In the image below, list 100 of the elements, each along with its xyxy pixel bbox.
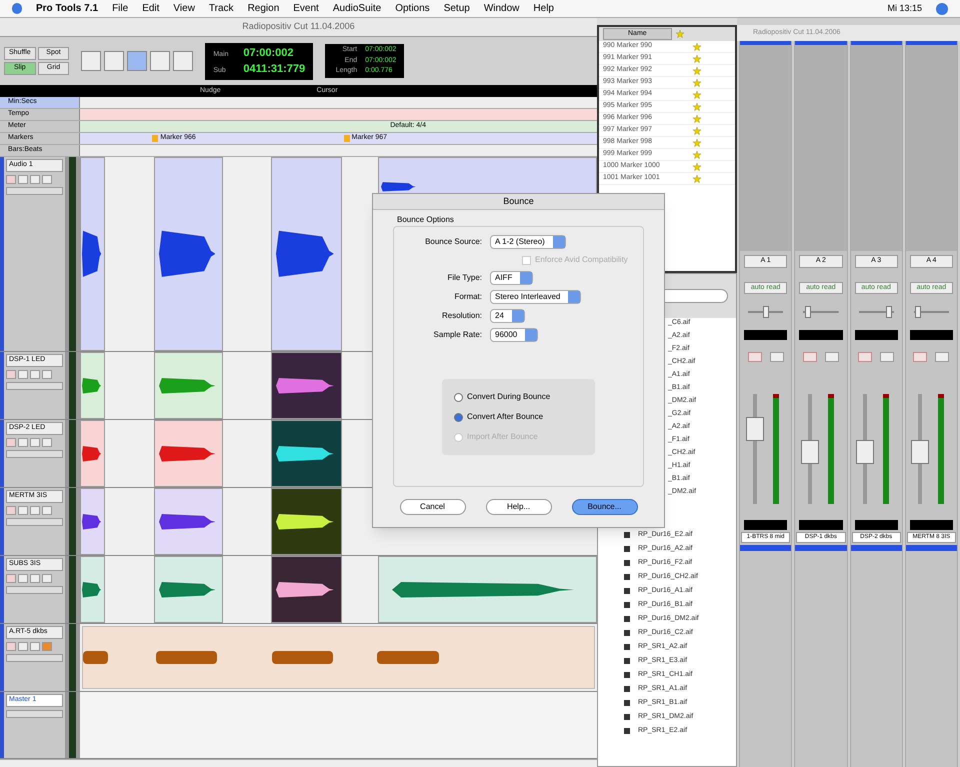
pan-slider-thumb[interactable] [915, 306, 922, 318]
dialog-button[interactable]: Bounce... [572, 499, 638, 515]
star-icon [676, 30, 684, 38]
audio-region[interactable] [80, 488, 105, 555]
solo-button[interactable] [30, 370, 40, 378]
mute-button[interactable] [42, 370, 52, 378]
solo-button[interactable] [30, 506, 40, 514]
field-label: File Type: [446, 272, 482, 284]
record-button[interactable] [6, 438, 16, 446]
star-icon [693, 114, 701, 122]
audio-file-icon [624, 602, 630, 608]
record-button[interactable] [6, 506, 16, 514]
popup-menu[interactable]: 96000 [490, 328, 538, 342]
app-menu[interactable]: Pro Tools 7.1 [36, 1, 98, 16]
input-button[interactable] [18, 506, 28, 514]
field-label: Bounce Source: [424, 236, 482, 248]
input-button[interactable] [18, 438, 28, 446]
pan-slider-thumb[interactable] [762, 306, 769, 318]
star-icon [693, 162, 701, 170]
record-button[interactable] [748, 352, 762, 362]
input-button[interactable] [18, 174, 28, 184]
tool-icon[interactable] [150, 51, 170, 71]
audio-region[interactable] [154, 488, 224, 555]
tool-icon[interactable] [81, 51, 102, 71]
menu-item[interactable]: Event [293, 1, 319, 16]
record-button[interactable] [913, 352, 928, 362]
dialog-button[interactable]: Help... [486, 499, 552, 515]
mute-button[interactable] [42, 506, 52, 514]
record-button[interactable] [6, 642, 16, 650]
view-selector[interactable] [6, 382, 63, 390]
audio-region[interactable] [270, 157, 342, 351]
level-meter [65, 488, 80, 555]
mute-button[interactable] [42, 642, 52, 650]
menu-item[interactable]: View [173, 1, 195, 16]
input-button[interactable] [18, 574, 28, 582]
input-button[interactable] [824, 352, 839, 362]
popup-menu[interactable]: 24 [490, 309, 525, 323]
counter-value: 07:00:002 [243, 46, 294, 60]
record-button[interactable] [858, 352, 872, 362]
menu-item[interactable]: Track [208, 1, 234, 16]
input-button[interactable] [18, 642, 28, 650]
menu-item[interactable]: Edit [142, 1, 160, 16]
fader-handle[interactable] [800, 440, 819, 464]
mute-button[interactable] [42, 438, 52, 446]
view-selector[interactable] [6, 450, 63, 458]
audio-file-icon [624, 644, 630, 650]
record-button[interactable] [6, 370, 16, 378]
solo-button[interactable] [30, 574, 40, 582]
view-selector[interactable] [6, 186, 63, 194]
mute-button[interactable] [42, 574, 52, 582]
menu-item[interactable]: Setup [444, 1, 470, 16]
solo-button[interactable] [30, 642, 40, 650]
input-button[interactable] [880, 352, 894, 362]
menu-item[interactable]: Window [484, 1, 520, 16]
dialog-title: Bounce [503, 194, 534, 208]
tool-icon[interactable] [173, 51, 194, 71]
audio-region[interactable] [270, 488, 342, 555]
audio-region[interactable] [270, 420, 342, 487]
menu-item[interactable]: AudioSuite [332, 1, 382, 16]
menu-item[interactable]: Region [248, 1, 280, 16]
dialog-button[interactable]: Cancel [400, 499, 466, 515]
record-button[interactable] [802, 352, 817, 362]
mute-button[interactable] [42, 174, 52, 184]
solo-button[interactable] [30, 438, 40, 446]
fader-handle[interactable] [746, 416, 764, 441]
input-button[interactable] [770, 352, 784, 362]
pan-display [910, 330, 953, 340]
audio-region[interactable] [154, 556, 224, 623]
solo-button[interactable] [30, 174, 40, 184]
view-selector[interactable] [6, 518, 63, 526]
popup-menu[interactable]: A 1-2 (Stereo) [490, 235, 566, 249]
radio-button[interactable] [454, 392, 463, 402]
pan-slider-thumb[interactable] [886, 306, 892, 318]
menu-item[interactable]: Options [395, 1, 430, 16]
record-button[interactable] [6, 174, 16, 184]
pan-slider-thumb[interactable] [804, 306, 811, 318]
horizontal-scrollbar[interactable] [0, 759, 597, 767]
audio-region[interactable] [270, 556, 342, 623]
record-button[interactable] [6, 574, 16, 582]
fader-handle[interactable] [856, 440, 874, 464]
menu-item[interactable]: Help [533, 1, 554, 16]
audio-region[interactable] [80, 556, 105, 623]
input-button[interactable] [18, 370, 28, 378]
menu-item[interactable]: File [112, 1, 128, 16]
audio-region[interactable] [270, 352, 342, 419]
fader-handle[interactable] [911, 440, 930, 464]
audio-region[interactable] [378, 556, 597, 623]
star-icon [693, 150, 701, 158]
view-selector[interactable] [6, 710, 63, 718]
radio-button[interactable] [454, 412, 463, 422]
audio-region[interactable] [80, 157, 105, 351]
input-button[interactable] [935, 352, 950, 362]
tool-icon[interactable] [104, 51, 124, 71]
radio-label: Convert After Bounce [467, 411, 544, 423]
audio-region[interactable] [154, 157, 224, 351]
tool-icon[interactable] [127, 51, 148, 71]
popup-menu[interactable]: AIFF [490, 271, 534, 285]
view-selector[interactable] [6, 586, 63, 594]
view-selector[interactable] [6, 654, 63, 662]
popup-menu[interactable]: Stereo Interleaved [490, 290, 582, 304]
